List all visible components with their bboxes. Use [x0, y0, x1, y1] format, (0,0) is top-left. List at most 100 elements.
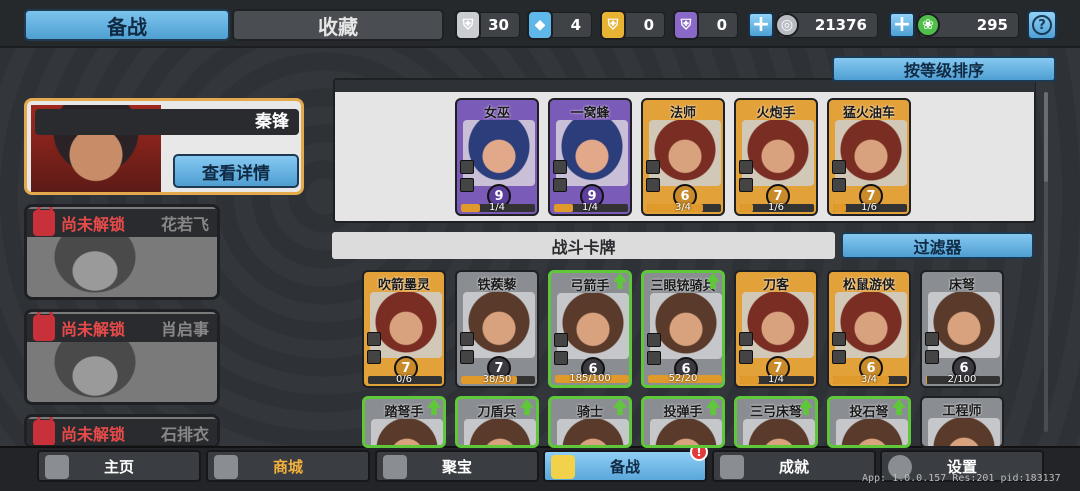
unit-card[interactable]: 猛火油车 7 1/6 — [827, 98, 911, 216]
unit-type-icon — [832, 160, 846, 174]
unit-card[interactable]: 铁蒺藜 7 38/50 — [455, 270, 539, 388]
locked-hero-3[interactable]: 尚未解锁 石排衣 — [24, 414, 220, 448]
unit-card[interactable]: 弓箭手 6 185/100 — [548, 270, 632, 388]
gems-value: 295 — [976, 16, 1008, 34]
add-coins-button[interactable]: + — [748, 12, 774, 38]
unit-portrait — [650, 419, 722, 445]
hero-name: 秦锋 — [35, 109, 299, 135]
help-button[interactable]: ? — [1027, 10, 1057, 40]
unit-card[interactable]: 投弹手 — [641, 396, 725, 448]
nav-home[interactable]: 主页 — [37, 450, 201, 482]
unit-type-icon — [832, 332, 846, 346]
unit-card[interactable]: 三眼铳骑兵 6 52/20 — [641, 270, 725, 388]
card-name: 铁蒺藜 — [477, 278, 517, 293]
card-name: 法师 — [669, 106, 696, 121]
unit-trait-icon — [460, 350, 474, 364]
unit-card[interactable]: 投石弩 — [827, 396, 911, 448]
resource-blue-crystal: ◆ 4 — [527, 10, 592, 40]
unit-type-icon — [925, 332, 939, 346]
filter-button[interactable]: 过滤器 — [841, 232, 1034, 259]
unit-card[interactable]: 法师 6 3/4 — [641, 98, 725, 216]
section-title-battle-cards: 战斗卡牌 — [332, 232, 835, 259]
card-progress: 1/6 — [767, 202, 785, 213]
add-gems-button[interactable]: + — [889, 12, 915, 38]
card-name: 吹箭墨灵 — [377, 278, 430, 293]
unit-portrait — [743, 419, 815, 445]
unit-trait-icon — [832, 178, 846, 192]
unit-card[interactable]: 吹箭墨灵 7 0/6 — [362, 270, 446, 388]
tab-prep[interactable]: 备战 — [24, 9, 230, 41]
unit-portrait — [928, 418, 1000, 446]
locked-status: 尚未解锁 — [61, 320, 126, 339]
card-progress: 0/6 — [395, 374, 413, 385]
unit-card[interactable]: 床弩 6 2/100 — [920, 270, 1004, 388]
unit-portrait — [463, 292, 535, 358]
card-name: 女巫 — [483, 106, 510, 121]
unit-trait-icon — [646, 178, 660, 192]
unit-trait-icon — [367, 350, 381, 364]
view-details-button[interactable]: 查看详情 — [173, 154, 299, 188]
resource-value: 4 — [570, 16, 581, 34]
card-name: 火炮手 — [756, 106, 796, 121]
sort-by-level-button[interactable]: 按等级排序 — [832, 56, 1056, 82]
card-name: 床弩 — [948, 278, 975, 293]
card-name: 猛火油车 — [842, 106, 895, 121]
unit-card[interactable]: 刀盾兵 — [455, 396, 539, 448]
card-progress: 38/50 — [482, 374, 512, 385]
silver-shield-icon: ⛨ — [455, 10, 481, 40]
nav-achievements[interactable]: 成就 — [712, 450, 876, 482]
card-progress: 2/100 — [947, 374, 977, 385]
gold-shield-icon: ⛨ — [600, 10, 626, 40]
card-name: 松鼠游侠 — [842, 278, 895, 293]
unit-card[interactable]: 火炮手 7 1/6 — [734, 98, 818, 216]
lock-icon — [33, 312, 55, 341]
locked-hero-name: 肖启事 — [160, 320, 209, 339]
hero-silhouette — [47, 229, 143, 297]
hero-card[interactable]: 秦锋 查看详情 — [24, 98, 304, 195]
locked-status: 尚未解锁 — [61, 215, 126, 234]
unit-card[interactable]: 骑士 — [548, 396, 632, 448]
card-progress: 52/20 — [668, 373, 698, 384]
card-name: 刀客 — [762, 278, 789, 293]
locked-hero-2[interactable]: 尚未解锁 肖启事 — [24, 309, 220, 405]
unit-portrait — [835, 120, 907, 186]
unit-card[interactable]: 踏弩手 — [362, 396, 446, 448]
resource-silver-shield: ⛨ 30 — [455, 10, 520, 40]
unit-portrait — [464, 419, 536, 445]
unit-portrait — [649, 120, 721, 186]
treasure-icon — [383, 455, 407, 479]
unit-card[interactable]: 三弓床弩 — [734, 396, 818, 448]
unit-trait-icon — [925, 350, 939, 364]
unit-card[interactable]: 刀客 7 1/4 — [734, 270, 818, 388]
blue-crystal-icon: ◆ — [527, 10, 553, 40]
unit-card[interactable]: 一窝蜂 9 1/4 — [548, 98, 632, 216]
card-progress: 3/4 — [860, 374, 878, 385]
unit-trait-icon — [832, 350, 846, 364]
unit-trait-icon — [460, 178, 474, 192]
achievement-icon — [720, 455, 744, 479]
unit-portrait — [650, 293, 722, 359]
resource-value: 0 — [716, 16, 727, 34]
coin-icon: ◎ — [775, 13, 799, 37]
unit-type-icon — [367, 332, 381, 346]
question-icon: ? — [1032, 15, 1052, 35]
unit-portrait — [370, 292, 442, 358]
unit-card[interactable]: 女巫 9 1/4 — [455, 98, 539, 216]
locked-hero-1[interactable]: 尚未解锁 花若飞 — [24, 204, 220, 300]
version-info: App: 1.0.0.157 Res:201 pid:183137 — [862, 473, 1061, 484]
nav-shop[interactable]: 商城 — [206, 450, 370, 482]
home-icon — [45, 455, 69, 479]
unit-card[interactable]: 工程师 — [920, 396, 1004, 448]
lock-icon — [33, 417, 55, 445]
locked-hero-name: 花若飞 — [160, 215, 209, 234]
tab-favorites[interactable]: 收藏 — [232, 9, 444, 41]
nav-prep[interactable]: 备战 — [543, 450, 707, 482]
card-list-scrollbar[interactable] — [1044, 92, 1048, 432]
unit-type-icon — [460, 160, 474, 174]
unit-portrait — [556, 120, 628, 186]
nav-treasure[interactable]: 聚宝 — [375, 450, 539, 482]
unit-trait-icon — [739, 350, 753, 364]
unit-card[interactable]: 松鼠游侠 6 3/4 — [827, 270, 911, 388]
card-progress: 3/4 — [674, 202, 692, 213]
resource-value: 0 — [643, 16, 654, 34]
